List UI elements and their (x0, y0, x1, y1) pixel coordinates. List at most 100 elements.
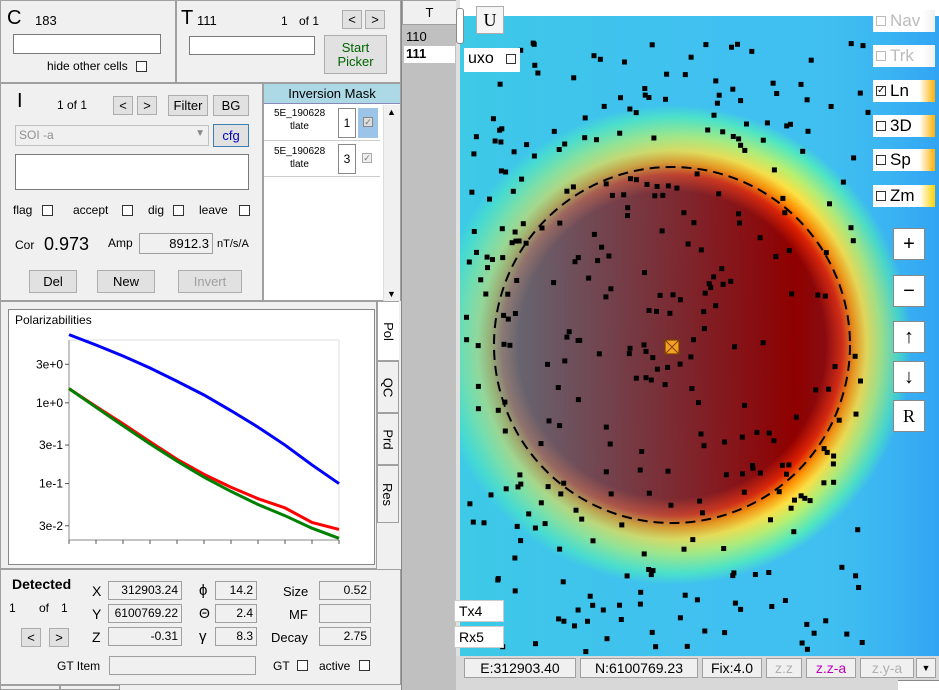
data-point (570, 184, 576, 190)
data-point (799, 640, 805, 646)
uxo-checkbox[interactable] (506, 54, 516, 64)
data-point (469, 189, 475, 195)
tab-qc[interactable]: QC (377, 361, 399, 413)
data-point (583, 649, 589, 655)
hide-other-cells-label: hide other cells (47, 59, 128, 73)
gt-checkbox[interactable] (297, 660, 308, 671)
pan-down-button[interactable]: ↓ (893, 361, 925, 393)
item-notes-input[interactable] (15, 154, 249, 190)
mask-row-checkbox[interactable]: ✓ (363, 117, 373, 127)
layer-trk[interactable]: Trk (873, 45, 935, 67)
mask-scrollbar[interactable]: ▲ ▼ (383, 105, 400, 301)
tab-res[interactable]: Res (377, 465, 399, 523)
data-point (681, 210, 687, 216)
data-point (665, 183, 671, 189)
reset-button[interactable]: R (893, 400, 925, 432)
data-point (558, 491, 564, 497)
data-point (701, 309, 707, 315)
bg-button[interactable]: BG (213, 95, 249, 116)
target-prev-button[interactable]: < (342, 10, 362, 29)
x-value: 312903.24 (108, 581, 182, 600)
layer-3d-checkbox[interactable] (876, 121, 886, 131)
accept-checkbox[interactable] (122, 205, 133, 216)
tab-pol[interactable]: Pol (377, 301, 399, 361)
status-zz-a[interactable]: z.z-a (806, 658, 856, 678)
flag-checkbox[interactable] (42, 205, 53, 216)
data-point (495, 407, 501, 413)
mask-row-check-cell[interactable]: ✓ (358, 108, 378, 138)
data-point (627, 106, 633, 112)
detected-of: of (39, 601, 50, 615)
pan-up-button[interactable]: ↑ (893, 321, 925, 353)
amp-unit: nT/s/A (217, 238, 249, 250)
data-point (500, 255, 506, 261)
data-point (562, 141, 568, 147)
status-dropdown-icon[interactable]: ▼ (916, 658, 936, 678)
map-canvas[interactable] (456, 0, 939, 690)
data-point (780, 195, 786, 201)
uxo-toggle[interactable]: uxo (464, 48, 520, 72)
zoom-out-button[interactable]: − (893, 275, 925, 307)
cell-input[interactable] (13, 34, 161, 54)
target-list-header[interactable]: T (402, 0, 457, 25)
dig-checkbox[interactable] (173, 205, 184, 216)
layer-ln[interactable]: ✓ Ln (873, 80, 935, 102)
leave-checkbox[interactable] (239, 205, 250, 216)
data-point (735, 41, 740, 47)
layer-sp[interactable]: Sp (873, 149, 935, 171)
layer-nav[interactable]: Nav (873, 10, 935, 32)
target-list-item[interactable]: 111 (404, 46, 455, 63)
target-input[interactable] (189, 36, 315, 55)
cell-label: C (7, 7, 22, 29)
data-point (741, 489, 747, 495)
scroll-up-icon[interactable]: ▲ (387, 107, 396, 117)
data-point (566, 329, 572, 335)
target-next-button[interactable]: > (365, 10, 385, 29)
hide-other-cells-checkbox[interactable] (136, 61, 147, 72)
data-point (786, 248, 792, 254)
new-button[interactable]: New (97, 270, 155, 293)
layer-sp-checkbox[interactable] (876, 155, 886, 165)
detected-prev-button[interactable]: < (21, 628, 41, 647)
mask-row[interactable]: 5E_190628 tlate 1 ✓ (264, 105, 380, 141)
detected-next-button[interactable]: > (49, 628, 69, 647)
amp-value: 8912.3 (139, 233, 213, 254)
data-point (641, 551, 647, 557)
layer-ln-checkbox[interactable]: ✓ (876, 86, 886, 96)
active-checkbox[interactable] (359, 660, 370, 671)
layer-3d[interactable]: 3D (873, 115, 935, 137)
scroll-down-icon[interactable]: ▼ (387, 289, 396, 299)
data-point (832, 364, 838, 370)
status-zz[interactable]: z.z (766, 658, 802, 678)
layer-zm[interactable]: Zm (873, 185, 935, 207)
y-value: 6100769.22 (108, 604, 182, 623)
filter-button[interactable]: Filter (168, 95, 208, 116)
data-point (646, 490, 652, 496)
map-view[interactable]: U uxo Tx4 Rx5 (454, 0, 939, 690)
del-button[interactable]: Del (29, 270, 77, 293)
tab-prd[interactable]: Prd (377, 413, 399, 465)
item-next-button[interactable]: > (137, 96, 157, 115)
item-prev-button[interactable]: < (113, 96, 133, 115)
data-point (585, 618, 590, 624)
mask-row[interactable]: 5E_190628 tlate 3 ✓ (264, 141, 380, 177)
start-picker-button[interactable]: Start Picker (324, 35, 387, 74)
status-zy-a[interactable]: z.y-a (860, 658, 914, 678)
data-point (804, 621, 810, 627)
target-list-item[interactable]: 110 (404, 29, 455, 45)
layer-zm-checkbox[interactable] (876, 191, 886, 201)
layer-nav-checkbox[interactable] (876, 16, 886, 26)
layer-trk-checkbox[interactable] (876, 51, 886, 61)
mask-row-checkbox[interactable]: ✓ (362, 153, 372, 163)
u-button[interactable]: U (476, 6, 504, 34)
model-select[interactable]: SOI -a ▼ (15, 125, 209, 146)
invert-button[interactable]: Invert (178, 270, 242, 293)
zoom-in-button[interactable]: + (893, 228, 925, 260)
data-point (601, 103, 607, 109)
data-point (638, 589, 644, 595)
cfg-button[interactable]: cfg (213, 124, 249, 147)
splitter-handle[interactable] (456, 8, 464, 44)
data-point (471, 151, 477, 157)
gamma-value: 8.3 (215, 627, 257, 646)
target-count: 111 (197, 13, 217, 28)
